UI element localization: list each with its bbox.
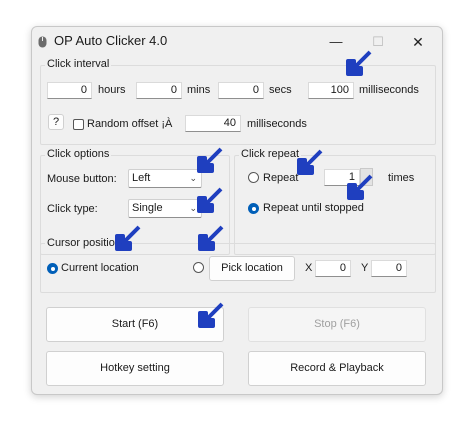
secs-label: secs: [269, 84, 292, 96]
click-type-select[interactable]: Single ⌄: [128, 199, 202, 218]
repeat-until-stopped-radio[interactable]: [248, 203, 259, 214]
x-input[interactable]: 0: [315, 260, 351, 277]
x-label: X: [305, 262, 313, 274]
click-options-label: Click options: [45, 148, 112, 160]
click-type-value: Single: [132, 202, 163, 214]
mouse-icon: [38, 36, 47, 48]
milliseconds-label: milliseconds: [359, 84, 419, 96]
annotation-arrow-icon: [195, 145, 225, 175]
click-interval-group: [40, 65, 436, 145]
secs-input[interactable]: 0: [218, 82, 264, 99]
current-location-label: Current location: [61, 262, 139, 274]
mins-label: mins: [187, 84, 211, 96]
repeat-until-stopped-label: Repeat until stopped: [263, 202, 364, 214]
current-location-radio[interactable]: [47, 263, 58, 274]
pick-location-radio[interactable]: [193, 262, 204, 273]
help-button[interactable]: ?: [48, 114, 64, 130]
hours-input[interactable]: 0: [47, 82, 92, 99]
random-offset-label: Random offset ¡À: [87, 118, 173, 130]
mouse-button-select[interactable]: Left ⌄: [128, 169, 202, 188]
pick-location-button[interactable]: Pick location: [209, 256, 295, 281]
annotation-arrow-icon: [195, 185, 225, 215]
mouse-button-value: Left: [132, 172, 151, 184]
times-label: times: [388, 172, 415, 184]
annotation-arrow-icon: [196, 300, 226, 330]
repeat-radio[interactable]: [248, 172, 259, 183]
cursor-position-label: Cursor position: [45, 237, 123, 249]
annotation-arrow-icon: [295, 147, 325, 177]
repeat-label: Repeat: [263, 172, 299, 184]
mins-input[interactable]: 0: [136, 82, 182, 99]
y-input[interactable]: 0: [371, 260, 407, 277]
y-label: Y: [361, 262, 369, 274]
mouse-button-label: Mouse button:: [47, 173, 117, 185]
click-type-label: Click type:: [47, 203, 98, 215]
hours-label: hours: [98, 84, 126, 96]
record-playback-button[interactable]: Record & Playback: [248, 351, 426, 386]
annotation-arrow-icon: [345, 172, 375, 202]
click-interval-label: Click interval: [45, 58, 112, 70]
annotation-arrow-icon: [196, 223, 226, 253]
random-offset-unit: milliseconds: [247, 118, 307, 130]
stop-button[interactable]: Stop (F6): [248, 307, 426, 342]
annotation-arrow-icon: [344, 48, 374, 78]
annotation-arrow-icon: [113, 223, 143, 253]
app-window: OP Auto Clicker 4.0 — ☐ ✕ Click interval…: [31, 26, 443, 395]
title-bar[interactable]: OP Auto Clicker 4.0 — ☐ ✕: [32, 27, 442, 57]
random-offset-checkbox[interactable]: [73, 119, 84, 130]
window-title: OP Auto Clicker 4.0: [54, 33, 168, 48]
click-repeat-label: Click repeat: [239, 148, 302, 160]
random-offset-input[interactable]: 40: [185, 115, 241, 132]
close-button[interactable]: ✕: [398, 30, 438, 54]
milliseconds-input[interactable]: 100: [308, 82, 354, 99]
hotkey-setting-button[interactable]: Hotkey setting: [46, 351, 224, 386]
